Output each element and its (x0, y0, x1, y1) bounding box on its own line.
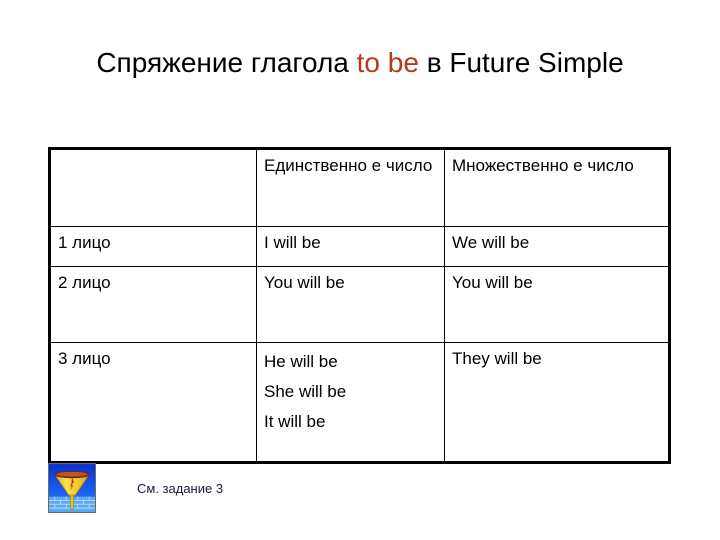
cell-singular-3: He will be She will be It will be (256, 342, 445, 463)
cell-singular-3-line-1: He will be (264, 352, 338, 371)
table-row: 1 лицо I will be We will be (49, 226, 670, 267)
conjugation-table: Единственно е число Множественно е число… (48, 147, 671, 464)
cell-singular-3-line-3: It will be (264, 412, 326, 431)
header-cell-singular: Единственно е число (256, 148, 445, 227)
cell-singular-1: I will be (256, 226, 445, 267)
cell-person-1: 1 лицо (49, 226, 257, 267)
cell-person-3: 3 лицо (49, 342, 257, 463)
footer-note: См. задание 3 (48, 463, 223, 513)
table-row-header: Единственно е число Множественно е число (49, 148, 670, 227)
table-row: 3 лицо He will be She will be It will be… (49, 342, 670, 463)
page-title-accent: to be (356, 46, 419, 78)
cell-plural-2: You will be (444, 266, 670, 343)
footer-caption: См. задание 3 (137, 480, 224, 496)
cell-plural-3: They will be (444, 342, 670, 463)
page-title-text-end: в Future Simple (418, 46, 624, 78)
cell-singular-3-line-2: She will be (264, 382, 347, 401)
page-title-text-start: Спряжение глагола (96, 46, 357, 78)
table-row: 2 лицо You will be You will be (49, 266, 670, 343)
cell-singular-2: You will be (256, 266, 445, 343)
cell-person-2: 2 лицо (49, 266, 257, 343)
cell-plural-1: We will be (444, 226, 670, 267)
filter-funnel-icon[interactable] (48, 463, 96, 513)
header-cell-plural: Множественно е число (444, 148, 670, 227)
page-title: Спряжение глагола to be в Future Simple (40, 45, 680, 80)
header-cell-corner (49, 148, 257, 227)
